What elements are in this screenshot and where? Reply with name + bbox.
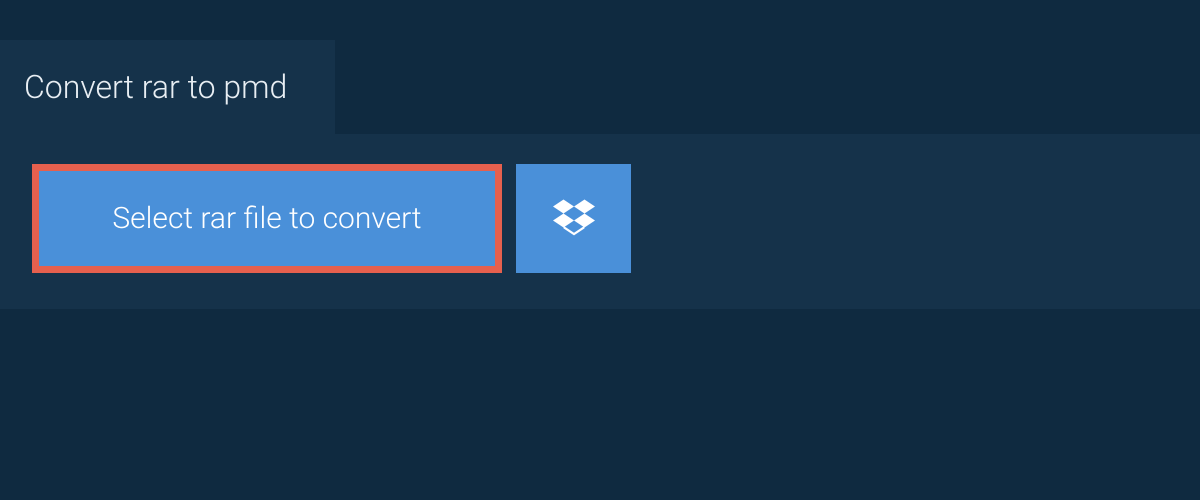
tab-title: Convert rar to pmd	[24, 68, 287, 106]
tab-convert-rar-to-pmd[interactable]: Convert rar to pmd	[0, 40, 335, 134]
convert-panel: Select rar file to convert	[0, 134, 1200, 309]
file-select-row: Select rar file to convert	[32, 164, 1168, 273]
dropbox-icon	[553, 196, 595, 242]
select-file-label: Select rar file to convert	[112, 201, 421, 236]
select-file-button[interactable]: Select rar file to convert	[32, 164, 502, 273]
dropbox-button[interactable]	[516, 164, 631, 273]
